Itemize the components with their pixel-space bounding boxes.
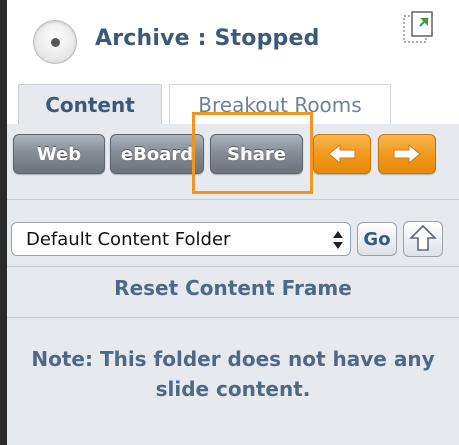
previous-button[interactable] bbox=[313, 134, 371, 174]
content-panel-window: Archive : Stopped Content Breakout Rooms… bbox=[0, 0, 459, 445]
toolbar-divider bbox=[7, 199, 459, 200]
reset-divider bbox=[7, 317, 459, 318]
folder-selector-row: Default Content Folder Go bbox=[7, 214, 459, 262]
content-folder-select[interactable]: Default Content Folder bbox=[11, 222, 351, 256]
empty-folder-note: Note: This folder does not have any slid… bbox=[31, 347, 435, 401]
window-left-border bbox=[0, 0, 7, 445]
archive-status-header: Archive : Stopped bbox=[7, 0, 459, 80]
eboard-button[interactable]: eBoard bbox=[110, 134, 204, 174]
popout-window-icon[interactable] bbox=[402, 10, 436, 44]
next-button[interactable] bbox=[378, 134, 436, 174]
folder-divider bbox=[7, 266, 459, 267]
arrow-right-icon bbox=[393, 143, 421, 165]
arrow-left-icon bbox=[328, 143, 356, 165]
tab-breakout-rooms[interactable]: Breakout Rooms bbox=[169, 84, 391, 124]
web-button[interactable]: Web bbox=[13, 134, 105, 174]
folder-up-button[interactable] bbox=[403, 221, 443, 257]
radio-dot-icon[interactable] bbox=[33, 20, 77, 64]
go-button[interactable]: Go bbox=[357, 222, 397, 256]
content-folder-selected: Default Content Folder bbox=[26, 228, 231, 250]
content-tabs: Content Breakout Rooms bbox=[7, 80, 459, 124]
content-panel: Web eBoard Share Default Content Folder bbox=[7, 112, 459, 445]
content-toolbar: Web eBoard Share bbox=[7, 112, 459, 194]
share-button[interactable]: Share bbox=[210, 134, 303, 174]
tab-content[interactable]: Content bbox=[18, 84, 162, 124]
folder-up-icon bbox=[409, 224, 437, 251]
archive-status-title: Archive : Stopped bbox=[95, 26, 320, 51]
radio-dot-center bbox=[51, 38, 60, 47]
select-updown-icon bbox=[333, 231, 343, 249]
reset-content-frame-link[interactable]: Reset Content Frame bbox=[7, 276, 459, 300]
